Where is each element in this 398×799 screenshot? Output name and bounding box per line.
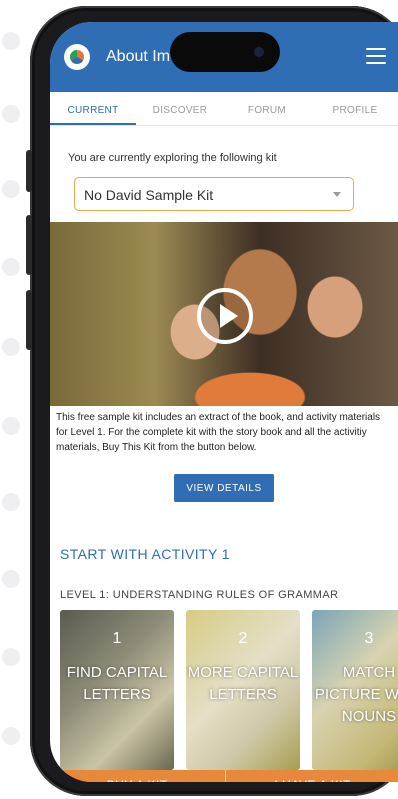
- have-kit-button[interactable]: I HAVE A KIT: [224, 770, 398, 782]
- app-logo-icon: [64, 44, 90, 70]
- level-title: LEVEL 1: UNDERSTANDING RULES OF GRAMMAR: [60, 589, 339, 601]
- activity-card-title: MORE CAPITAL LETTERS: [187, 664, 299, 703]
- tab-bar: CURRENT DISCOVER FORUM PROFILE: [50, 92, 398, 126]
- play-icon[interactable]: [197, 288, 253, 344]
- activity-card[interactable]: 1 FIND CAPITAL LETTERS: [60, 610, 174, 770]
- chevron-down-icon: [333, 192, 341, 197]
- activity-card[interactable]: 2 MORE CAPITAL LETTERS: [186, 610, 300, 770]
- decor-dot: [2, 105, 20, 123]
- camera-notch: [170, 32, 280, 72]
- buy-kit-button[interactable]: BUY A KIT: [50, 770, 225, 782]
- tab-profile[interactable]: PROFILE: [310, 92, 398, 125]
- tab-discover[interactable]: DISCOVER: [136, 92, 224, 125]
- decor-dot: [2, 493, 20, 511]
- bottom-action-bar: BUY A KIT I HAVE A KIT: [50, 770, 398, 782]
- phone-side-button: [26, 215, 32, 275]
- tab-current[interactable]: CURRENT: [50, 92, 136, 125]
- activity-card[interactable]: 3 MATCH PICTURE WITH NOUNS: [312, 610, 398, 770]
- decor-dot: [2, 417, 20, 435]
- kit-select[interactable]: No David Sample Kit: [74, 177, 354, 211]
- phone-screen: About Im CURRENT DISCOVER FORUM PROFILE …: [50, 22, 398, 782]
- kit-intro-text: You are currently exploring the followin…: [68, 152, 277, 164]
- phone-side-button: [26, 150, 32, 192]
- activity-card-number: 2: [238, 630, 248, 647]
- activity-card-number: 3: [364, 630, 374, 647]
- kit-select-value: No David Sample Kit: [84, 187, 214, 203]
- view-details-button[interactable]: VIEW DETAILS: [174, 474, 274, 502]
- decor-dot: [2, 727, 20, 745]
- decor-dot: [2, 338, 20, 356]
- activity-card-title: FIND CAPITAL LETTERS: [66, 664, 168, 703]
- activity-card-title: MATCH PICTURE WITH NOUNS: [314, 664, 398, 725]
- app-title: About Im: [106, 48, 171, 65]
- decor-dot: [2, 258, 20, 276]
- tab-forum[interactable]: FORUM: [224, 92, 310, 125]
- kit-description: This free sample kit includes an extract…: [56, 412, 381, 453]
- activity-card-number: 1: [112, 630, 122, 647]
- decor-dot: [2, 32, 20, 50]
- decor-dot: [2, 648, 20, 666]
- video-thumbnail[interactable]: [50, 222, 398, 406]
- phone-side-button: [26, 290, 32, 350]
- decor-dot: [2, 570, 20, 588]
- activity-section-title: START WITH ACTIVITY 1: [60, 546, 230, 562]
- app-header: About Im: [50, 22, 398, 92]
- hamburger-menu-icon[interactable]: [366, 48, 386, 64]
- decor-dot: [2, 180, 20, 198]
